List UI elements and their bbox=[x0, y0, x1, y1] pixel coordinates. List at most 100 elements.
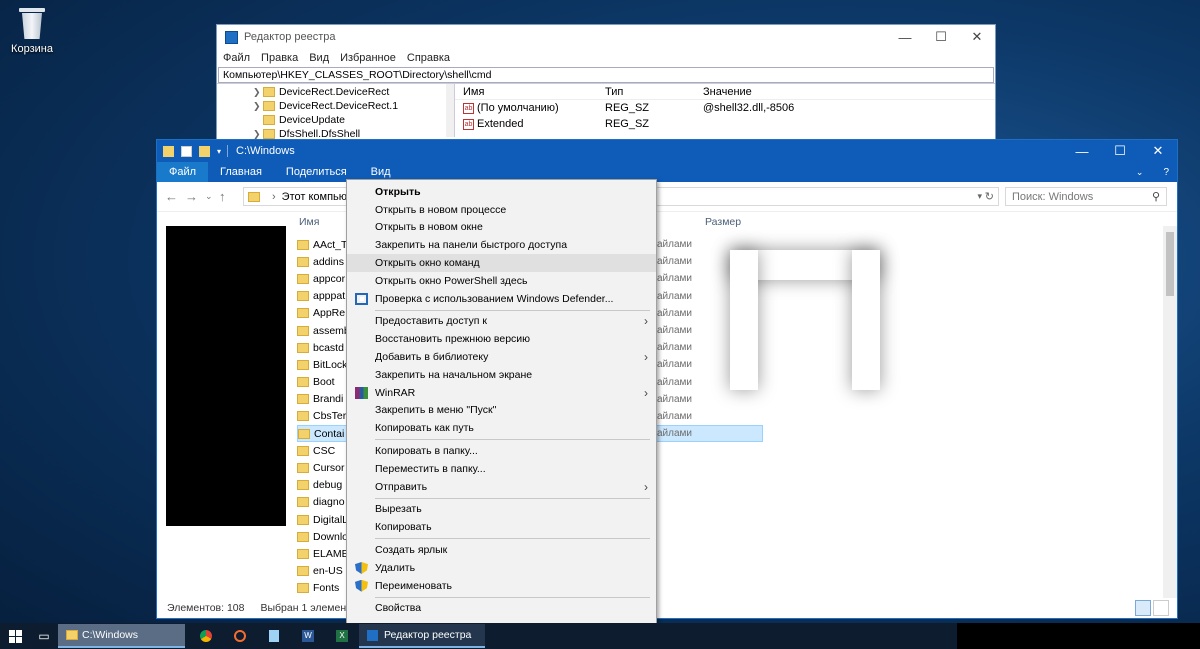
details-view-icon[interactable] bbox=[1135, 600, 1151, 616]
file-name: CbsTer bbox=[313, 410, 347, 423]
search-input[interactable]: Поиск: Windows ⚲ bbox=[1005, 187, 1167, 206]
menu-item[interactable]: Свойства bbox=[347, 600, 656, 618]
close-button[interactable]: ✕ bbox=[1139, 140, 1177, 162]
value-row[interactable]: ab Extended REG_SZ bbox=[455, 116, 995, 132]
menu-item[interactable]: Открыть в новом окне bbox=[347, 219, 656, 237]
explorer-titlebar[interactable]: ▾ C:\Windows — ☐ ✕ bbox=[157, 140, 1177, 162]
tree-item[interactable]: ❯ DeviceRect.DeviceRect.1 bbox=[217, 99, 454, 113]
menu-item[interactable]: Открыть окно PowerShell здесь bbox=[347, 272, 656, 290]
menu-item-label: Открыть окно PowerShell здесь bbox=[375, 274, 528, 287]
folder-icon bbox=[297, 583, 309, 594]
scrollbar-thumb[interactable] bbox=[1166, 232, 1174, 296]
menu-file[interactable]: Файл bbox=[223, 52, 250, 64]
value-name: Extended bbox=[477, 118, 524, 130]
menu-item[interactable]: Закрепить на панели быстрого доступа bbox=[347, 236, 656, 254]
menu-help[interactable]: Справка bbox=[407, 52, 450, 64]
menu-item[interactable]: Восстановить прежнюю версию bbox=[347, 330, 656, 348]
menu-item[interactable]: Проверка с использованием Windows Defend… bbox=[347, 290, 656, 308]
help-icon[interactable]: ? bbox=[1155, 162, 1177, 182]
menu-item[interactable]: Копировать как путь bbox=[347, 419, 656, 437]
tree-item[interactable]: ❯ DeviceRect.DeviceRect bbox=[217, 85, 454, 99]
menu-item-label: Открыть в новом окне bbox=[375, 221, 483, 234]
regedit-address-bar[interactable]: Компьютер\HKEY_CLASSES_ROOT\Directory\sh… bbox=[218, 67, 994, 83]
menu-item[interactable]: Создать ярлык bbox=[347, 541, 656, 559]
column-size[interactable]: Размер bbox=[705, 216, 741, 228]
column-type[interactable]: Тип bbox=[605, 86, 703, 98]
menu-item[interactable]: WinRAR › bbox=[347, 384, 656, 402]
breadcrumb-chevron-icon[interactable]: › bbox=[272, 191, 276, 203]
column-name[interactable]: Имя bbox=[463, 86, 605, 98]
taskbar-regedit[interactable]: Редактор реестра bbox=[359, 624, 485, 648]
close-button[interactable]: ✕ bbox=[959, 25, 995, 49]
status-selected: Выбран 1 элемент bbox=[260, 602, 351, 614]
file-name: diagno bbox=[313, 496, 345, 509]
folder-icon bbox=[297, 480, 309, 491]
notepad-icon[interactable] bbox=[257, 623, 291, 649]
menu-favorites[interactable]: Избранное bbox=[340, 52, 396, 64]
vertical-scrollbar[interactable] bbox=[1163, 226, 1177, 598]
regedit-app-icon bbox=[367, 629, 378, 641]
column-value[interactable]: Значение bbox=[703, 86, 933, 98]
address-dropdown-icon[interactable]: ▾ bbox=[977, 191, 982, 202]
menu-item[interactable]: Переименовать bbox=[347, 577, 656, 595]
menu-item[interactable]: Копировать bbox=[347, 518, 656, 536]
excel-icon[interactable]: X bbox=[325, 623, 359, 649]
origin-icon[interactable] bbox=[223, 623, 257, 649]
chevron-down-icon[interactable]: ⌄ bbox=[1124, 162, 1156, 182]
chevron-right-icon[interactable]: ❯ bbox=[253, 87, 263, 98]
file-name: Boot bbox=[313, 376, 335, 389]
explorer-window[interactable]: ▾ C:\Windows — ☐ ✕ Файл Главная Поделить… bbox=[156, 139, 1178, 619]
menu-item[interactable]: Открыть bbox=[347, 183, 656, 201]
word-icon[interactable]: W bbox=[291, 623, 325, 649]
recycle-bin[interactable]: Корзина bbox=[6, 6, 58, 55]
forward-arrow-icon[interactable]: → bbox=[185, 189, 205, 204]
tree-item[interactable]: DeviceUpdate bbox=[217, 113, 454, 127]
tab-file[interactable]: Файл bbox=[157, 162, 209, 182]
file-type: айлами bbox=[657, 428, 693, 440]
back-arrow-icon[interactable]: ← bbox=[165, 189, 185, 204]
explorer-title: C:\Windows bbox=[236, 145, 295, 157]
recent-chevron-icon[interactable]: ⌄ bbox=[205, 191, 219, 202]
chevron-right-icon[interactable]: ❯ bbox=[253, 129, 263, 140]
tab-home[interactable]: Главная bbox=[208, 162, 274, 182]
menu-item[interactable]: Открыть в новом процессе bbox=[347, 201, 656, 219]
maximize-button[interactable]: ☐ bbox=[1101, 140, 1139, 162]
menu-item[interactable]: Копировать в папку... bbox=[347, 442, 656, 460]
up-arrow-icon[interactable]: ↑ bbox=[219, 189, 239, 204]
maximize-button[interactable]: ☐ bbox=[923, 25, 959, 49]
menu-item[interactable]: Предоставить доступ к › bbox=[347, 313, 656, 331]
menu-edit[interactable]: Правка bbox=[261, 52, 298, 64]
menu-view[interactable]: Вид bbox=[309, 52, 329, 64]
properties-icon[interactable] bbox=[181, 145, 192, 157]
folder-icon bbox=[297, 359, 309, 370]
menu-separator bbox=[375, 596, 650, 598]
context-menu: Открыть Открыть в новом процессе Открыть в… bbox=[346, 179, 657, 624]
regedit-titlebar[interactable]: Редактор реестра — ☐ ✕ bbox=[217, 25, 995, 49]
chevron-down-icon[interactable]: ▾ bbox=[217, 147, 221, 156]
menu-item[interactable]: Добавить в библиотеку › bbox=[347, 348, 656, 366]
menu-item[interactable]: Открыть окно команд bbox=[347, 254, 656, 272]
value-row[interactable]: ab (По умолчанию) REG_SZ @shell32.dll,-85… bbox=[455, 100, 995, 116]
refresh-icon[interactable]: ↻ bbox=[985, 190, 994, 203]
menu-item[interactable]: Переместить в папку... bbox=[347, 460, 656, 478]
regedit-window[interactable]: Редактор реестра — ☐ ✕ Файл Правка Вид И… bbox=[216, 24, 996, 140]
start-button[interactable] bbox=[0, 623, 30, 649]
menu-item-label: Копировать bbox=[375, 521, 432, 534]
menu-item[interactable]: Закрепить в меню "Пуск" bbox=[347, 402, 656, 420]
menu-item[interactable]: Отправить › bbox=[347, 478, 656, 496]
menu-item[interactable]: Закрепить на начальном экране bbox=[347, 366, 656, 384]
column-name[interactable]: Имя bbox=[299, 216, 319, 228]
tree-scrollbar[interactable] bbox=[446, 84, 454, 137]
menu-item[interactable]: Вырезать bbox=[347, 501, 656, 519]
large-icons-view-icon[interactable] bbox=[1153, 600, 1169, 616]
task-view-icon[interactable]: ▭ bbox=[30, 623, 58, 649]
chevron-right-icon[interactable]: ❯ bbox=[253, 101, 263, 112]
shield-icon bbox=[355, 579, 368, 592]
menu-item[interactable]: Удалить bbox=[347, 559, 656, 577]
folder-icon bbox=[297, 256, 309, 267]
new-folder-icon[interactable] bbox=[199, 145, 210, 157]
taskbar-explorer[interactable]: C:\Windows bbox=[58, 624, 185, 648]
minimize-button[interactable]: — bbox=[1063, 140, 1101, 162]
minimize-button[interactable]: — bbox=[887, 25, 923, 49]
chrome-icon[interactable] bbox=[189, 623, 223, 649]
